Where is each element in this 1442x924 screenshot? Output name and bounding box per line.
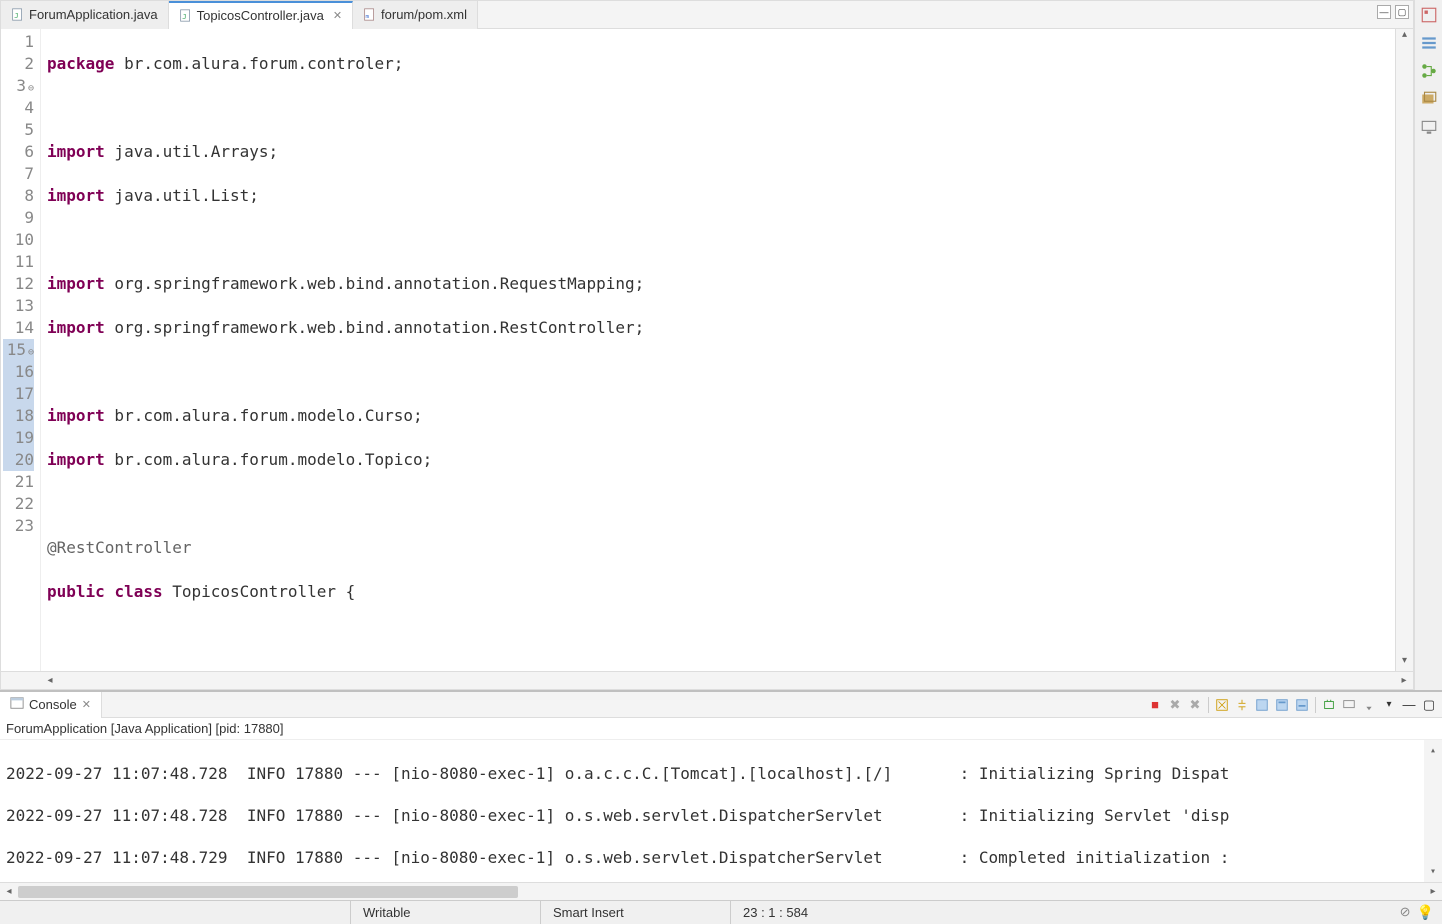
tab-topicos-controller[interactable]: J TopicosController.java ✕ [169, 1, 353, 29]
close-icon[interactable]: ✕ [333, 9, 342, 22]
show-console-button[interactable] [1273, 696, 1291, 714]
scroll-down-icon[interactable]: ▾ [1424, 861, 1442, 882]
console-launch-label: ForumApplication [Java Application] [pid… [0, 718, 1442, 740]
console-output[interactable]: 2022-09-27 11:07:48.728 INFO 17880 --- [… [0, 740, 1442, 882]
editor-vertical-scrollbar[interactable]: ▴ ▾ [1395, 29, 1413, 671]
status-tips: ⊘ 💡 [1382, 904, 1442, 921]
status-insert-mode[interactable]: Smart Insert [540, 901, 730, 924]
monitor-icon[interactable] [1420, 118, 1438, 136]
pin-console-button[interactable] [1293, 696, 1311, 714]
editor-window-controls: — ▢ [1377, 5, 1409, 19]
scroll-left-icon[interactable]: ◂ [0, 886, 18, 897]
tab-label: forum/pom.xml [381, 7, 467, 22]
status-bar: Writable Smart Insert 23 : 1 : 584 ⊘ 💡 [0, 900, 1442, 924]
open-console-button[interactable] [1320, 696, 1338, 714]
line-number-gutter[interactable]: 1 2 3⊖ 4 5 6 7 8 9 10 11 12 13 14 15⊖ 16… [1, 29, 41, 671]
minimize-button[interactable]: — [1377, 5, 1391, 19]
console-vertical-scrollbar[interactable]: ▴ ▾ [1424, 740, 1442, 882]
scroll-lock-button[interactable] [1233, 696, 1251, 714]
fold-icon[interactable]: ⊖ [28, 347, 34, 358]
scroll-right-icon[interactable]: ▸ [1395, 675, 1413, 686]
view-menu-button[interactable]: ▾ [1380, 696, 1398, 714]
remove-launch-button[interactable]: ✖ [1166, 696, 1184, 714]
status-writable[interactable]: Writable [350, 901, 540, 924]
scroll-left-icon[interactable]: ◂ [41, 675, 59, 686]
tab-pom-xml[interactable]: m forum/pom.xml [353, 1, 478, 29]
close-icon[interactable]: ✕ [82, 698, 91, 711]
svg-text:J: J [14, 11, 18, 20]
tip-icon[interactable]: ⊘ [1400, 904, 1411, 921]
tree-icon[interactable] [1420, 62, 1438, 80]
editor-area: J ForumApplication.java J TopicosControl… [0, 0, 1442, 690]
scrollbar-thumb[interactable] [18, 886, 518, 898]
clear-button[interactable] [1213, 696, 1231, 714]
editor-pane: J ForumApplication.java J TopicosControl… [0, 0, 1414, 690]
status-empty [0, 901, 350, 924]
right-toolbar [1414, 0, 1442, 690]
editor-tabbar: J ForumApplication.java J TopicosControl… [1, 1, 1413, 29]
minimize-button[interactable]: — [1400, 696, 1418, 714]
layers-icon[interactable] [1420, 90, 1438, 108]
tab-label: TopicosController.java [197, 8, 324, 23]
console-toolbar: ■ ✖ ✖ ▾ — ▢ [1146, 696, 1438, 714]
terminate-button[interactable]: ■ [1146, 696, 1164, 714]
tab-forum-application[interactable]: J ForumApplication.java [1, 1, 169, 29]
console-icon [10, 696, 24, 713]
task-list-icon[interactable] [1420, 34, 1438, 52]
editor-horizontal-scrollbar[interactable]: ◂ ▸ [1, 671, 1413, 689]
tab-label: ForumApplication.java [29, 7, 158, 22]
pin-button[interactable] [1360, 696, 1378, 714]
fold-icon[interactable]: ⊖ [28, 83, 34, 94]
code-area[interactable]: package br.com.alura.forum.controler; im… [41, 29, 1395, 671]
remove-all-button[interactable]: ✖ [1186, 696, 1204, 714]
outline-icon[interactable] [1420, 6, 1438, 24]
scroll-down-icon[interactable]: ▾ [1396, 655, 1413, 671]
console-horizontal-scrollbar[interactable]: ◂ ▸ [0, 882, 1442, 900]
console-pane: Console ✕ ■ ✖ ✖ ▾ — ▢ ForumApplication [… [0, 690, 1442, 900]
display-selected-button[interactable] [1340, 696, 1358, 714]
scroll-up-icon[interactable]: ▴ [1424, 740, 1442, 761]
maximize-button[interactable]: ▢ [1395, 5, 1409, 19]
maximize-button[interactable]: ▢ [1420, 696, 1438, 714]
xml-file-icon: m [363, 8, 376, 21]
console-tab[interactable]: Console ✕ [0, 692, 102, 718]
scroll-up-icon[interactable]: ▴ [1396, 29, 1413, 45]
svg-text:m: m [365, 14, 369, 20]
java-file-icon: J [179, 9, 192, 22]
scroll-right-icon[interactable]: ▸ [1424, 886, 1442, 897]
editor-body: 1 2 3⊖ 4 5 6 7 8 9 10 11 12 13 14 15⊖ 16… [1, 29, 1413, 671]
console-header: Console ✕ ■ ✖ ✖ ▾ — ▢ [0, 692, 1442, 718]
svg-text:J: J [182, 12, 186, 21]
java-file-icon: J [11, 8, 24, 21]
bulb-icon[interactable]: 💡 [1417, 904, 1434, 921]
word-wrap-button[interactable] [1253, 696, 1271, 714]
status-cursor-position[interactable]: 23 : 1 : 584 [730, 901, 920, 924]
console-title: Console [29, 697, 77, 712]
